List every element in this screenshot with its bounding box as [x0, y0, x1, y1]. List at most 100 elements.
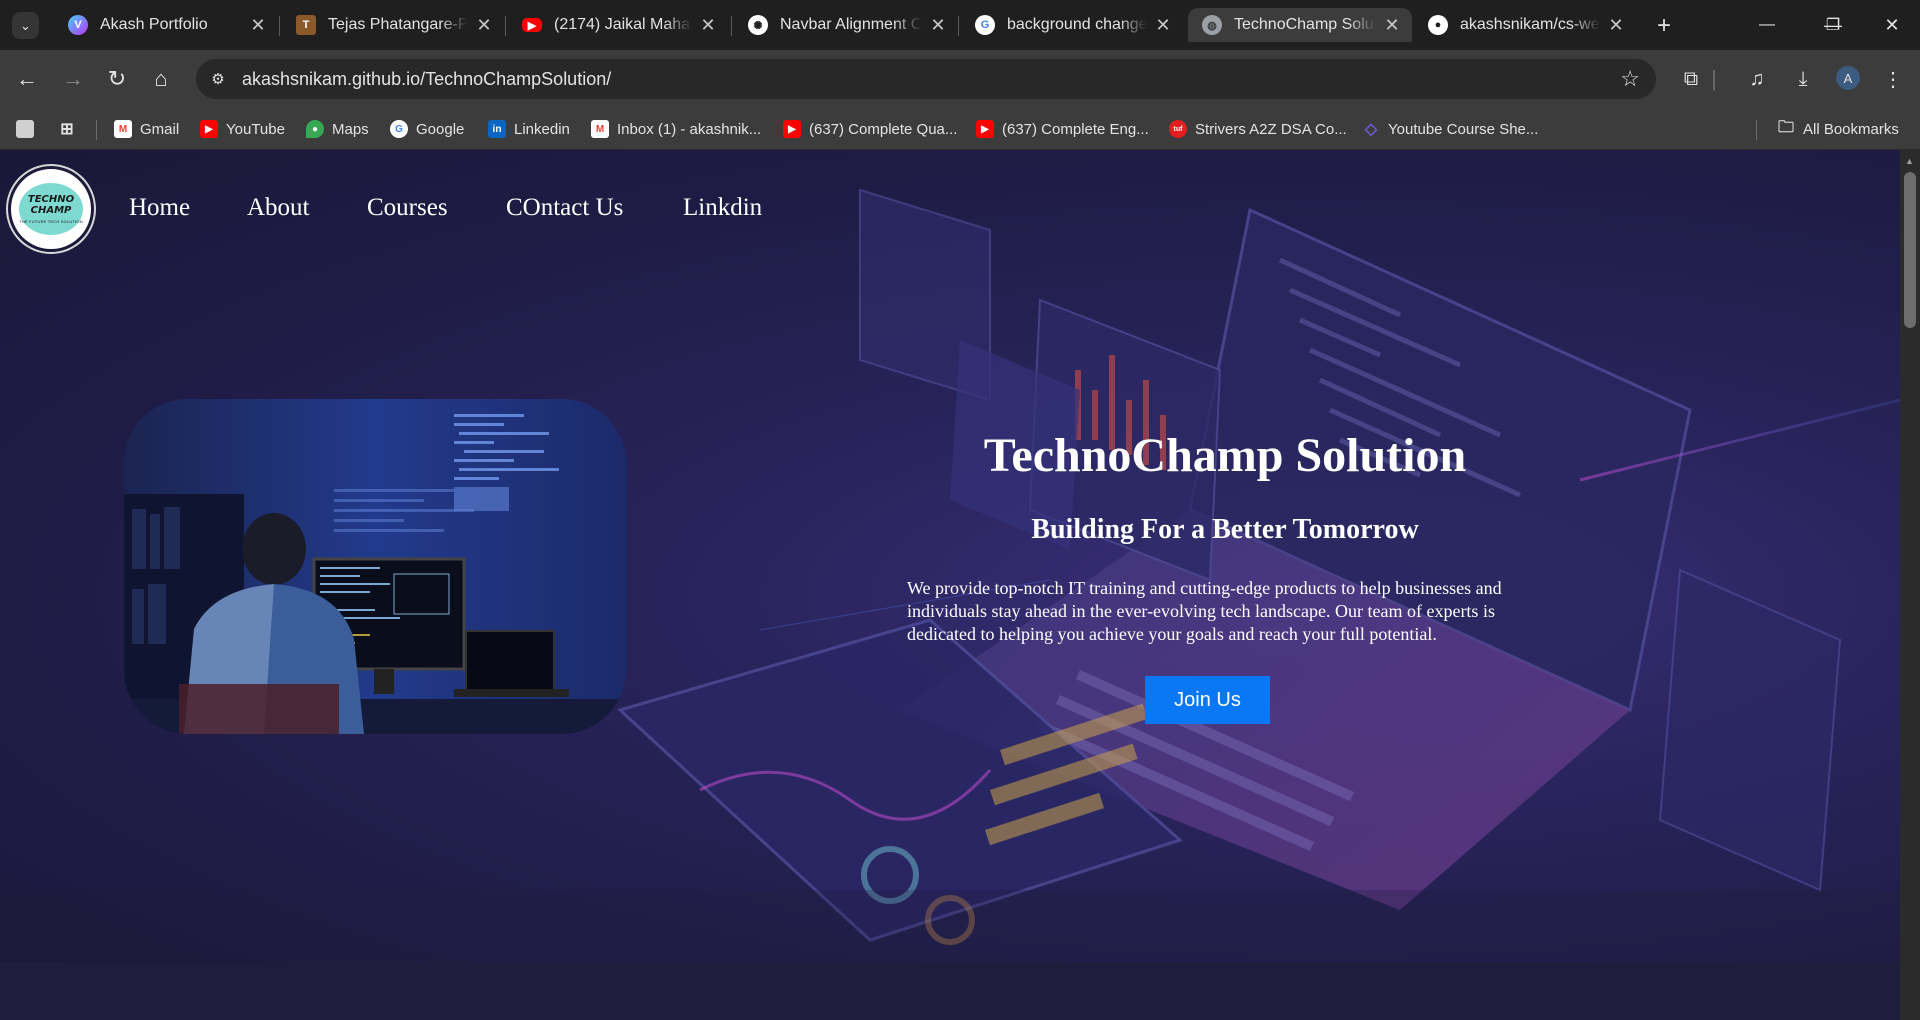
- extensions-icon[interactable]: ⧉: [1676, 64, 1706, 94]
- reload-icon: ↻: [107, 66, 127, 91]
- bookmark-strivers[interactable]: tuf Strivers A2Z DSA Co...: [1169, 118, 1347, 140]
- logo-tagline: THE FUTURE TECH SOLUTION: [19, 219, 83, 224]
- chevron-down-icon: ⌄: [20, 17, 31, 33]
- bookmark-maps[interactable]: ● Maps: [306, 118, 369, 140]
- home-button[interactable]: ⌂: [146, 64, 176, 94]
- close-icon[interactable]: ✕: [1382, 15, 1402, 35]
- browser-tab[interactable]: T Tejas Phatangare-Portfolio ✕: [282, 8, 504, 42]
- bookmark-label: (637) Complete Eng...: [1002, 120, 1149, 138]
- hero-headline: TechnoChamp Solution: [983, 429, 1467, 482]
- browser-tab[interactable]: ✺ Navbar Alignment CSS ✕: [734, 8, 958, 42]
- bookmark-youtube[interactable]: ▶ YouTube: [200, 118, 285, 140]
- bookmark-course-sheet[interactable]: ◇ Youtube Course She...: [1362, 118, 1539, 140]
- gmail-icon: M: [591, 120, 609, 138]
- nav-link-contact[interactable]: COntact Us: [506, 194, 623, 222]
- tab-groups-button[interactable]: [16, 118, 42, 140]
- home-icon: ⌂: [154, 66, 168, 91]
- close-icon[interactable]: ✕: [474, 15, 494, 35]
- download-icon[interactable]: ⤓: [1788, 64, 1818, 94]
- url-text[interactable]: akashsnikam.github.io/TechnoChampSolutio…: [242, 69, 611, 90]
- tab-separator: [731, 16, 732, 36]
- tab-title: Akash Portfolio: [100, 16, 208, 33]
- bookmark-star-icon[interactable]: ☆: [1620, 66, 1640, 92]
- profile-avatar[interactable]: A: [1836, 66, 1860, 90]
- bookmark-label: Linkedin: [514, 120, 570, 138]
- logo-text-line1: TECHNO: [27, 194, 75, 205]
- programmer-illustration: [124, 399, 626, 734]
- scroll-up-icon[interactable]: ▲: [1905, 156, 1914, 166]
- site-logo[interactable]: TECHNO CHAMP THE FUTURE TECH SOLUTION: [8, 166, 94, 252]
- minimize-icon: —: [1759, 16, 1775, 33]
- tab-separator: [958, 16, 959, 36]
- toolbar-divider: |: [1711, 66, 1717, 91]
- bookmark-inbox[interactable]: M Inbox (1) - akashnik...: [591, 118, 761, 140]
- hero-programmer-image: [124, 399, 626, 734]
- hero-section: TECHNO CHAMP THE FUTURE TECH SOLUTION Ho…: [0, 150, 1900, 962]
- folder-icon: 🗀: [1777, 118, 1794, 136]
- nav-link-courses[interactable]: Courses: [367, 194, 448, 222]
- all-bookmarks-button[interactable]: 🗀 All Bookmarks: [1777, 118, 1899, 140]
- youtube-icon: ▶: [976, 120, 994, 138]
- all-bookmarks-label: All Bookmarks: [1803, 120, 1899, 138]
- chatgpt-icon: ✺: [748, 15, 768, 35]
- browser-tab-strip: ⌄ V Akash Portfolio ✕ T Tejas Phatangare…: [0, 0, 1920, 50]
- hero-description: We provide top-notch IT training and cut…: [907, 578, 1502, 644]
- back-button[interactable]: ←: [12, 64, 42, 94]
- browser-tab[interactable]: ● akashsnikam/cs-website ✕: [1414, 8, 1636, 42]
- globe-icon: ◍: [1202, 15, 1222, 35]
- close-icon[interactable]: ✕: [698, 15, 718, 35]
- browser-tab[interactable]: G background change ✕: [961, 8, 1183, 42]
- tab-title: background change: [1007, 16, 1147, 33]
- sheets-icon: ◇: [1364, 121, 1378, 138]
- close-icon: ✕: [1884, 14, 1900, 35]
- address-bar[interactable]: ⚙ akashsnikam.github.io/TechnoChampSolut…: [196, 59, 1656, 99]
- logo-badge: TECHNO CHAMP THE FUTURE TECH SOLUTION: [19, 183, 83, 235]
- menu-kebab-icon[interactable]: ⋮: [1878, 64, 1908, 94]
- join-us-button[interactable]: Join Us: [1145, 676, 1270, 724]
- close-icon[interactable]: ✕: [928, 15, 948, 35]
- hero-subheadline: Building For a Better Tomorrow: [1031, 514, 1419, 545]
- tab-search-button[interactable]: ⌄: [12, 12, 39, 39]
- google-icon: G: [390, 120, 408, 138]
- minimize-button[interactable]: —: [1747, 8, 1787, 42]
- media-control-icon[interactable]: ♫: [1742, 64, 1772, 94]
- square-icon: [16, 120, 34, 138]
- nav-link-about[interactable]: About: [247, 194, 310, 222]
- site-info-icon[interactable]: ⚙: [206, 67, 230, 91]
- page-scrollbar[interactable]: ▲: [1900, 150, 1920, 1020]
- scrollbar-thumb[interactable]: [1904, 172, 1916, 328]
- bookmark-gmail[interactable]: M Gmail: [114, 118, 179, 140]
- vite-icon: V: [68, 15, 88, 35]
- tab-title: Tejas Phatangare-Portfolio: [328, 16, 468, 33]
- nav-link-linkedin[interactable]: Linkdin: [683, 194, 762, 222]
- arrow-left-icon: ←: [16, 66, 38, 91]
- arrow-right-icon: →: [62, 66, 84, 91]
- bookmark-google[interactable]: G Google: [390, 118, 464, 140]
- maps-icon: ●: [306, 120, 324, 138]
- gmail-icon: M: [114, 120, 132, 138]
- plus-icon: +: [1656, 12, 1671, 39]
- youtube-icon: ▶: [522, 18, 542, 32]
- new-tab-button[interactable]: +: [1650, 12, 1678, 40]
- browser-tab-active[interactable]: ◍ TechnoChamp Solution ✕: [1188, 8, 1412, 42]
- browser-tab[interactable]: ▶ (2174) Jaikal Mahakal ✕: [508, 8, 728, 42]
- close-window-button[interactable]: ✕: [1872, 8, 1912, 42]
- apps-button[interactable]: ⊞: [58, 118, 84, 140]
- browser-tab[interactable]: V Akash Portfolio ✕: [54, 8, 278, 42]
- close-icon[interactable]: ✕: [1606, 15, 1626, 35]
- bookmark-label: Gmail: [140, 120, 180, 138]
- youtube-icon: ▶: [783, 120, 801, 138]
- forward-button[interactable]: →: [58, 64, 88, 94]
- bookmark-separator: [96, 120, 97, 140]
- bookmark-youtube-2[interactable]: ▶ (637) Complete Eng...: [976, 118, 1149, 140]
- bookmark-youtube-1[interactable]: ▶ (637) Complete Qua...: [783, 118, 957, 140]
- restore-button[interactable]: ❐: [1813, 8, 1853, 42]
- close-icon[interactable]: ✕: [1153, 15, 1173, 35]
- nav-link-home[interactable]: Home: [129, 194, 190, 222]
- close-icon[interactable]: ✕: [248, 15, 268, 35]
- bookmark-linkedin[interactable]: in Linkedin: [488, 118, 570, 140]
- reload-button[interactable]: ↻: [102, 64, 132, 94]
- page-viewport: TECHNO CHAMP THE FUTURE TECH SOLUTION Ho…: [0, 150, 1900, 1020]
- grid-icon: ⊞: [60, 121, 74, 138]
- bookmark-separator: [1756, 120, 1757, 140]
